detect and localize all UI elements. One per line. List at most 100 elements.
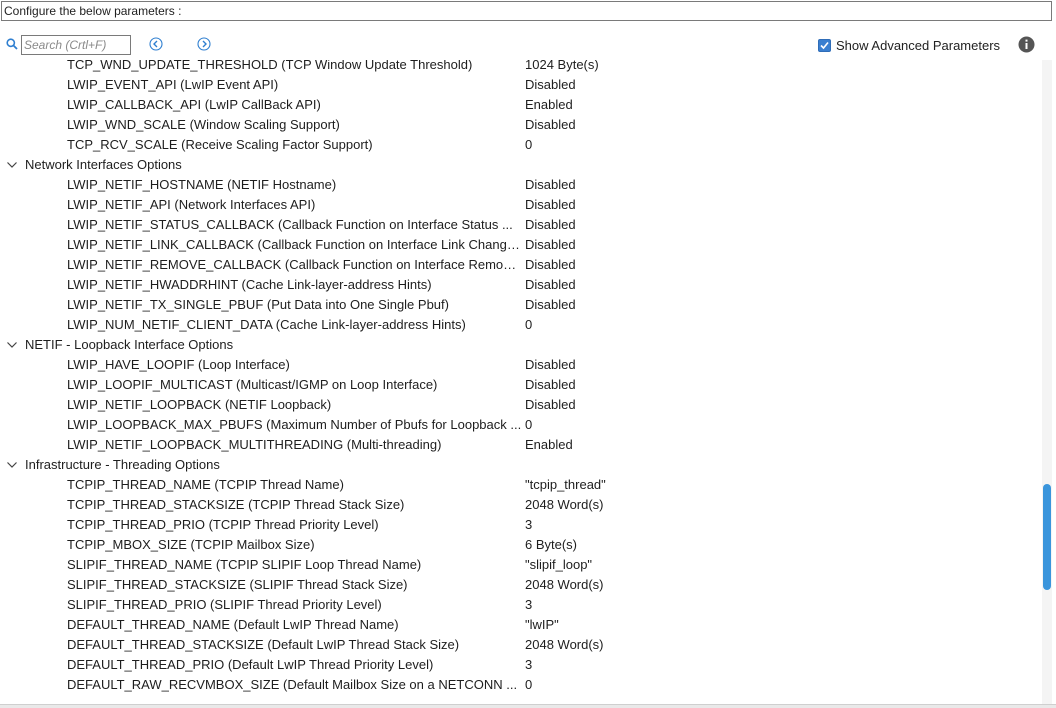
parameter-row[interactable]: LWIP_NETIF_LOOPBACK_MULTITHREADING (Mult…	[0, 435, 1042, 455]
parameter-value[interactable]: 2048 Word(s)	[525, 495, 604, 515]
parameter-row[interactable]: DEFAULT_THREAD_PRIO (Default LwIP Thread…	[0, 655, 1042, 675]
parameter-name: DEFAULT_RAW_RECVMBOX_SIZE (Default Mailb…	[67, 677, 518, 692]
parameter-value[interactable]: Disabled	[525, 75, 576, 95]
parameter-name: LWIP_NETIF_TX_SINGLE_PBUF (Put Data into…	[67, 297, 449, 312]
parameter-row[interactable]: SLIPIF_THREAD_PRIO (SLIPIF Thread Priori…	[0, 595, 1042, 615]
parameter-value[interactable]: 0	[525, 315, 532, 335]
toolbar: Show Advanced Parameters	[0, 28, 1056, 60]
checkmark-icon	[820, 41, 829, 49]
info-icon[interactable]	[1018, 36, 1035, 53]
previous-match-button[interactable]	[149, 37, 163, 51]
tree-group-row[interactable]: Network Interfaces Options	[0, 155, 1042, 175]
parameter-name: LWIP_NETIF_REMOVE_CALLBACK (Callback Fun…	[67, 257, 522, 272]
parameter-value[interactable]: 6 Byte(s)	[525, 535, 577, 555]
chevron-down-icon[interactable]	[6, 460, 18, 470]
tree-group-row[interactable]: NETIF - Loopback Interface Options	[0, 335, 1042, 355]
group-label: NETIF - Loopback Interface Options	[25, 337, 234, 352]
parameter-row[interactable]: LWIP_NETIF_STATUS_CALLBACK (Callback Fun…	[0, 215, 1042, 235]
parameter-row[interactable]: DEFAULT_THREAD_STACKSIZE (Default LwIP T…	[0, 635, 1042, 655]
search-input[interactable]	[21, 35, 131, 55]
parameter-name: LWIP_NETIF_HOSTNAME (NETIF Hostname)	[67, 177, 337, 192]
parameter-row[interactable]: LWIP_NETIF_TX_SINGLE_PBUF (Put Data into…	[0, 295, 1042, 315]
parameter-value[interactable]: Disabled	[525, 295, 576, 315]
chevron-down-icon[interactable]	[6, 340, 18, 350]
parameter-value[interactable]: 0	[525, 675, 532, 695]
parameter-name: TCP_RCV_SCALE (Receive Scaling Factor Su…	[67, 137, 373, 152]
parameter-name: LWIP_CALLBACK_API (LwIP CallBack API)	[67, 97, 321, 112]
parameter-value[interactable]: 2048 Word(s)	[525, 635, 604, 655]
parameter-value[interactable]: 0	[525, 415, 532, 435]
parameter-value[interactable]: 2048 Word(s)	[525, 575, 604, 595]
chevron-down-icon[interactable]	[6, 160, 18, 170]
parameter-value[interactable]: "tcpip_thread"	[525, 475, 606, 495]
parameter-row[interactable]: LWIP_CALLBACK_API (LwIP CallBack API) Ena…	[0, 95, 1042, 115]
parameter-name: SLIPIF_THREAD_NAME (TCPIP SLIPIF Loop Th…	[67, 557, 422, 572]
parameter-name: LWIP_NETIF_LINK_CALLBACK (Callback Funct…	[67, 237, 522, 252]
parameter-row[interactable]: LWIP_HAVE_LOOPIF (Loop Interface) Disable…	[0, 355, 1042, 375]
parameter-row[interactable]: LWIP_NETIF_HWADDRHINT (Cache Link-layer-…	[0, 275, 1042, 295]
parameter-row[interactable]: TCP_WND_UPDATE_THRESHOLD (TCP Window Upd…	[0, 60, 1042, 75]
parameter-value[interactable]: Enabled	[525, 95, 573, 115]
parameter-name: LWIP_HAVE_LOOPIF (Loop Interface)	[67, 357, 290, 372]
parameter-value[interactable]: Disabled	[525, 195, 576, 215]
parameter-value[interactable]: Disabled	[525, 215, 576, 235]
parameter-value[interactable]: 1024 Byte(s)	[525, 60, 599, 75]
parameter-row[interactable]: DEFAULT_THREAD_NAME (Default LwIP Thread…	[0, 615, 1042, 635]
parameter-name: TCP_WND_UPDATE_THRESHOLD (TCP Window Upd…	[67, 60, 473, 72]
parameter-row[interactable]: LWIP_LOOPBACK_MAX_PBUFS (Maximum Number …	[0, 415, 1042, 435]
next-match-button[interactable]	[197, 37, 211, 51]
parameter-value[interactable]: Disabled	[525, 395, 576, 415]
search-icon	[6, 38, 18, 50]
parameter-value[interactable]: 3	[525, 515, 532, 535]
parameter-name: LWIP_NETIF_LOOPBACK (NETIF Loopback)	[67, 397, 332, 412]
parameter-value[interactable]: "slipif_loop"	[525, 555, 592, 575]
parameter-value[interactable]: Disabled	[525, 235, 576, 255]
parameter-row[interactable]: LWIP_NETIF_API (Network Interfaces API) D…	[0, 195, 1042, 215]
parameter-row[interactable]: LWIP_NETIF_REMOVE_CALLBACK (Callback Fun…	[0, 255, 1042, 275]
parameter-row[interactable]: SLIPIF_THREAD_NAME (TCPIP SLIPIF Loop Th…	[0, 555, 1042, 575]
parameter-row[interactable]: LWIP_NETIF_LOOPBACK (NETIF Loopback) Disa…	[0, 395, 1042, 415]
parameter-name: SLIPIF_THREAD_PRIO (SLIPIF Thread Priori…	[67, 597, 382, 612]
parameter-name: LWIP_LOOPIF_MULTICAST (Multicast/IGMP on…	[67, 377, 438, 392]
parameter-row[interactable]: LWIP_NETIF_LINK_CALLBACK (Callback Funct…	[0, 235, 1042, 255]
parameter-name: DEFAULT_THREAD_NAME (Default LwIP Thread…	[67, 617, 399, 632]
parameter-name: LWIP_NETIF_API (Network Interfaces API)	[67, 197, 316, 212]
parameter-row[interactable]: TCP_RCV_SCALE (Receive Scaling Factor Su…	[0, 135, 1042, 155]
parameter-name: TCPIP_MBOX_SIZE (TCPIP Mailbox Size)	[67, 537, 315, 552]
bottom-border	[0, 704, 1056, 708]
group-label: Infrastructure - Threading Options	[25, 457, 220, 472]
parameter-name: LWIP_NETIF_HWADDRHINT (Cache Link-layer-…	[67, 277, 432, 292]
parameter-row[interactable]: LWIP_LOOPIF_MULTICAST (Multicast/IGMP on…	[0, 375, 1042, 395]
parameter-row[interactable]: SLIPIF_THREAD_STACKSIZE (SLIPIF Thread S…	[0, 575, 1042, 595]
parameter-name: SLIPIF_THREAD_STACKSIZE (SLIPIF Thread S…	[67, 577, 408, 592]
parameter-value[interactable]: Disabled	[525, 375, 576, 395]
tree-group-row[interactable]: Infrastructure - Threading Options	[0, 455, 1042, 475]
parameter-name: DEFAULT_THREAD_PRIO (Default LwIP Thread…	[67, 657, 434, 672]
parameter-value[interactable]: 3	[525, 595, 532, 615]
parameter-value[interactable]: Disabled	[525, 355, 576, 375]
parameter-value[interactable]: Disabled	[525, 115, 576, 135]
parameter-value[interactable]: 0	[525, 135, 532, 155]
parameter-value[interactable]: Disabled	[525, 175, 576, 195]
parameter-row[interactable]: TCPIP_MBOX_SIZE (TCPIP Mailbox Size) 6 By…	[0, 535, 1042, 555]
vertical-scrollbar-track[interactable]	[1042, 60, 1052, 704]
parameter-row[interactable]: DEFAULT_RAW_RECVMBOX_SIZE (Default Mailb…	[0, 675, 1042, 695]
parameter-value[interactable]: 3	[525, 655, 532, 675]
parameter-row[interactable]: LWIP_WND_SCALE (Window Scaling Support) D…	[0, 115, 1042, 135]
show-advanced-checkbox[interactable]	[818, 38, 831, 52]
parameter-row[interactable]: LWIP_NUM_NETIF_CLIENT_DATA (Cache Link-l…	[0, 315, 1042, 335]
parameter-value[interactable]: "lwIP"	[525, 615, 559, 635]
parameter-name: LWIP_EVENT_API (LwIP Event API)	[67, 77, 279, 92]
parameter-row[interactable]: TCPIP_THREAD_NAME (TCPIP Thread Name) "tc…	[0, 475, 1042, 495]
parameter-row[interactable]: TCPIP_THREAD_PRIO (TCPIP Thread Priority…	[0, 515, 1042, 535]
parameter-row[interactable]: TCPIP_THREAD_STACKSIZE (TCPIP Thread Sta…	[0, 495, 1042, 515]
vertical-scrollbar-thumb[interactable]	[1043, 484, 1051, 590]
parameter-row[interactable]: LWIP_EVENT_API (LwIP Event API) Disabled	[0, 75, 1042, 95]
parameter-row[interactable]: LWIP_NETIF_HOSTNAME (NETIF Hostname) Disa…	[0, 175, 1042, 195]
parameter-value[interactable]: Enabled	[525, 435, 573, 455]
parameter-name: LWIP_WND_SCALE (Window Scaling Support)	[67, 117, 340, 132]
parameter-value[interactable]: Disabled	[525, 275, 576, 295]
parameters-header-title: Configure the below parameters :	[4, 4, 182, 18]
show-advanced-toggle[interactable]: Show Advanced Parameters	[818, 37, 1000, 53]
parameter-value[interactable]: Disabled	[525, 255, 576, 275]
